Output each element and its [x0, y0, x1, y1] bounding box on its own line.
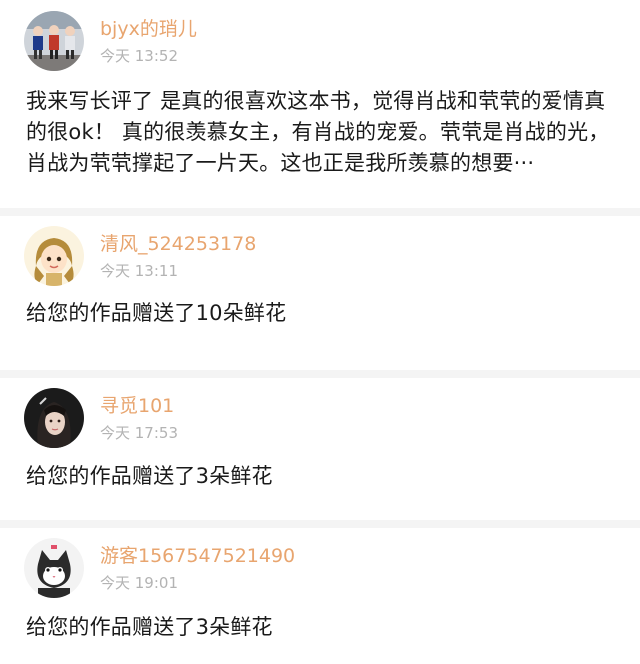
- comment-item: 游客1567547521490 今天 19:01 给您的作品赠送了3朵鲜花: [0, 528, 640, 664]
- timestamp: 今天 13:11: [100, 261, 178, 280]
- comment-header: bjyx的琑儿 今天 13:52: [24, 11, 197, 71]
- comment-item: bjyx的琑儿 今天 13:52 我来写长评了 是真的很喜欢这本书，觉得肖战和茕…: [0, 0, 640, 208]
- user-avatar[interactable]: [24, 11, 84, 71]
- timestamp: 今天 17:53: [100, 423, 178, 442]
- divider: [0, 520, 640, 528]
- comment-meta: 游客1567547521490 今天 19:01: [100, 544, 295, 593]
- comment-text: 给您的作品赠送了3朵鲜花: [26, 615, 273, 639]
- timestamp: 今天 13:52: [100, 46, 178, 65]
- comment-text: 给您的作品赠送了10朵鲜花: [26, 301, 287, 325]
- comment-header: 寻觅101 今天 17:53: [24, 388, 178, 448]
- user-avatar[interactable]: [24, 538, 84, 598]
- divider: [0, 370, 640, 378]
- comment-header: 游客1567547521490 今天 19:01: [24, 538, 295, 598]
- comment-header: 清风_524253178 今天 13:11: [24, 226, 256, 286]
- user-avatar[interactable]: [24, 226, 84, 286]
- comment-text: 给您的作品赠送了3朵鲜花: [26, 464, 273, 488]
- username[interactable]: 游客1567547521490: [100, 544, 295, 568]
- comment-meta: bjyx的琑儿 今天 13:52: [100, 17, 197, 66]
- divider: [0, 208, 640, 216]
- comment-list: bjyx的琑儿 今天 13:52 我来写长评了 是真的很喜欢这本书，觉得肖战和茕…: [0, 0, 640, 664]
- timestamp: 今天 19:01: [100, 573, 178, 592]
- user-avatar[interactable]: [24, 388, 84, 448]
- comment-item: 寻觅101 今天 17:53 给您的作品赠送了3朵鲜花: [0, 378, 640, 520]
- comment-text: 我来写长评了 是真的很喜欢这本书，觉得肖战和茕茕的爱情真的很ok！ 真的很羡慕女…: [26, 89, 610, 175]
- comment-meta: 寻觅101 今天 17:53: [100, 394, 178, 443]
- username[interactable]: 寻觅101: [100, 394, 178, 418]
- username[interactable]: bjyx的琑儿: [100, 17, 197, 41]
- username[interactable]: 清风_524253178: [100, 232, 256, 256]
- comment-item: 清风_524253178 今天 13:11 给您的作品赠送了10朵鲜花: [0, 216, 640, 370]
- comment-meta: 清风_524253178 今天 13:11: [100, 232, 256, 281]
